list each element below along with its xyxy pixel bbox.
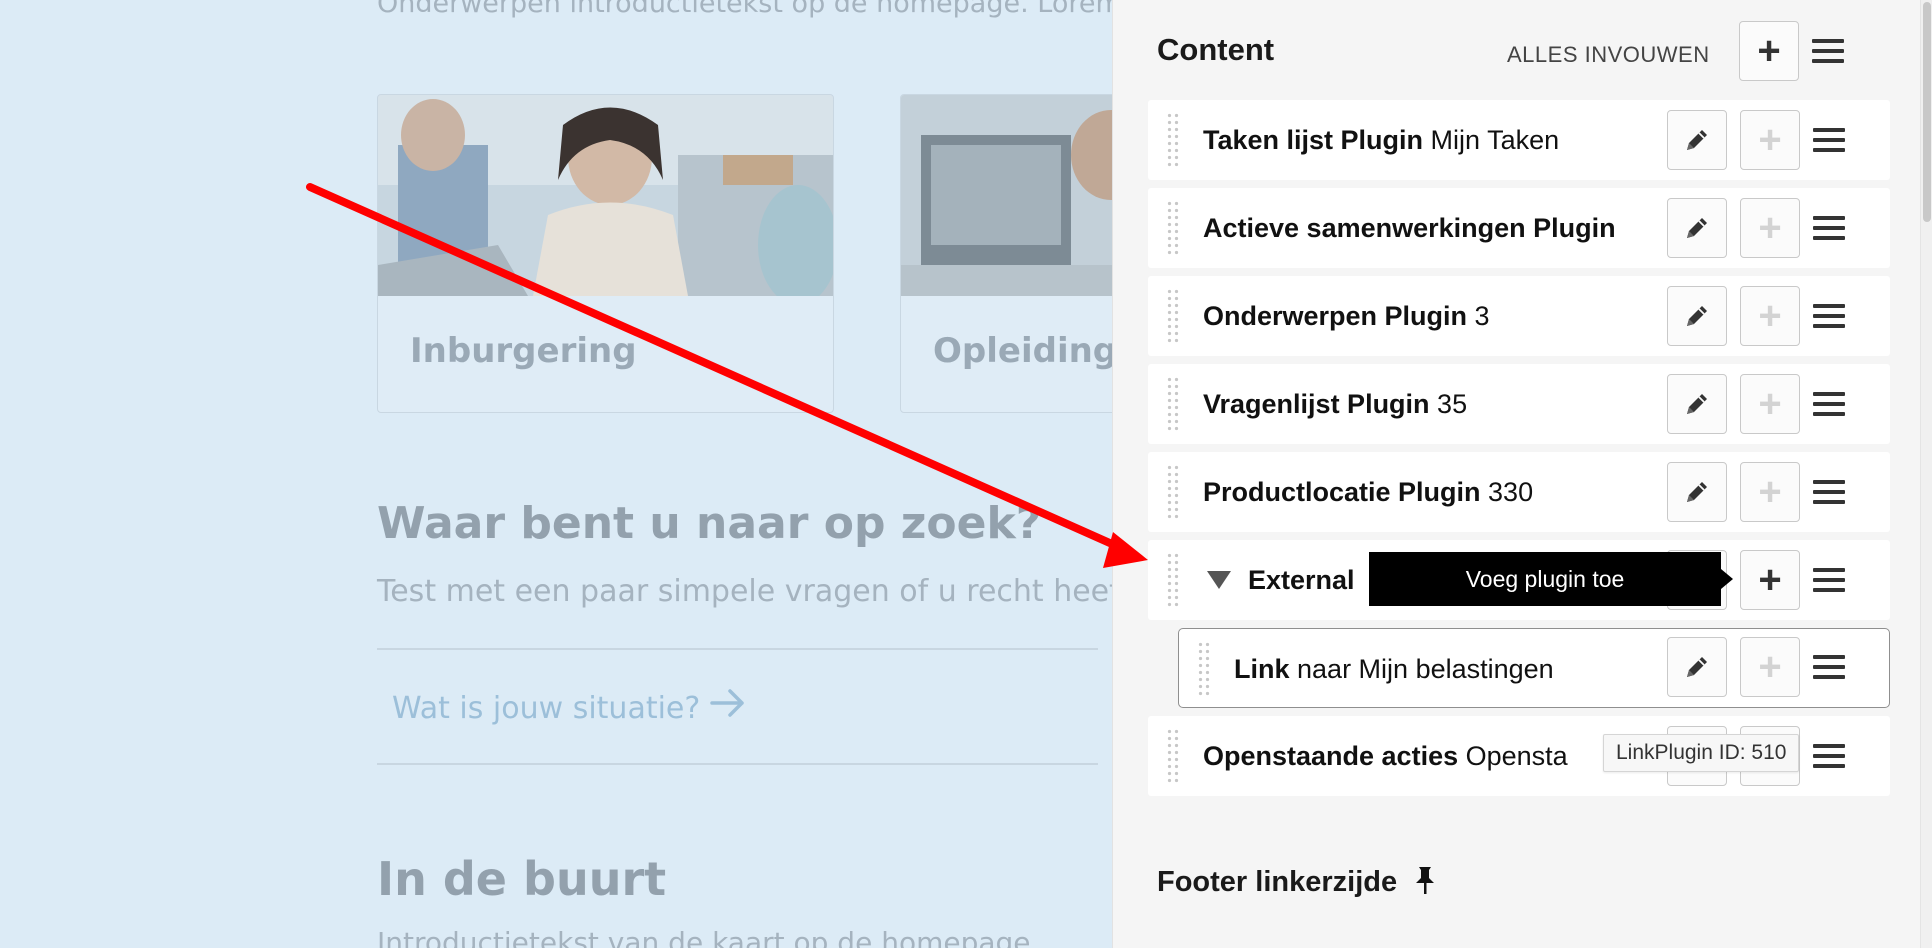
drag-handle-icon[interactable] (1166, 464, 1180, 520)
pencil-icon (1687, 306, 1707, 326)
plugin-row-external[interactable]: External + Voeg plugin toe (1148, 540, 1890, 620)
plugin-row[interactable]: Productlocatie Plugin 330 + (1148, 452, 1890, 532)
footer-placeholder-title: Footer linkerzijde (1157, 865, 1439, 899)
plus-icon: + (1758, 117, 1782, 162)
edit-plugin-button[interactable] (1667, 637, 1727, 697)
plugin-menu-button[interactable] (1809, 110, 1849, 170)
hamburger-icon (1813, 655, 1845, 659)
plus-icon: + (1757, 28, 1781, 73)
plugin-label: Actieve samenwerkingen Plugin (1203, 213, 1616, 243)
placeholder-title: Content (1157, 32, 1275, 67)
edit-plugin-button[interactable] (1667, 286, 1727, 346)
add-child-plugin-button[interactable]: + (1740, 110, 1800, 170)
plugin-menu-button[interactable] (1809, 637, 1849, 697)
add-child-plugin-button[interactable]: + (1740, 462, 1800, 522)
plugin-label: Productlocatie Plugin 330 (1203, 477, 1534, 507)
hamburger-icon (1813, 744, 1845, 748)
plugin-row[interactable]: Openstaande acties Opensta LinkPlugin ID… (1148, 716, 1890, 796)
edit-plugin-button[interactable] (1667, 198, 1727, 258)
plugin-id-tooltip: LinkPlugin ID: 510 (1603, 734, 1800, 772)
topic-card-inburgering[interactable]: Inburgering (377, 94, 834, 413)
plugin-label: Taken lijst Plugin Mijn Taken (1203, 125, 1560, 155)
add-plugin-tooltip: Voeg plugin toe (1369, 552, 1733, 606)
plugin-menu-button[interactable] (1809, 286, 1849, 346)
hamburger-icon (1813, 216, 1845, 220)
plugin-menu-button[interactable] (1809, 198, 1849, 258)
page-preview: Onderwerpen introductietekst op de homep… (0, 0, 1112, 948)
arrow-right-icon (710, 689, 745, 717)
drag-handle-icon[interactable] (1166, 376, 1180, 432)
plus-icon: + (1758, 293, 1782, 338)
collapse-all-button[interactable]: ALLES INVOUWEN (1507, 42, 1710, 68)
divider (377, 763, 1098, 765)
hamburger-icon (1813, 128, 1845, 132)
near-heading: In de buurt (377, 852, 667, 906)
hamburger-icon (1813, 392, 1845, 396)
pushpin-icon (1416, 867, 1435, 894)
plugin-menu-button[interactable] (1809, 550, 1849, 610)
plus-icon: + (1758, 469, 1782, 514)
hamburger-icon (1813, 304, 1845, 308)
card-image (378, 95, 833, 296)
search-subtext: Test met een paar simpele vragen of u re… (377, 574, 1112, 609)
plugin-label: Link naar Mijn belastingen (1234, 654, 1554, 684)
divider (377, 648, 1098, 650)
triangle-down-icon[interactable] (1206, 569, 1232, 591)
plus-icon: + (1758, 205, 1782, 250)
plugin-menu-button[interactable] (1809, 462, 1849, 522)
topic-card-opleiding[interactable]: Opleiding (900, 94, 1112, 413)
plugin-menu-button[interactable] (1809, 726, 1849, 786)
scrollbar[interactable] (1920, 0, 1932, 948)
add-child-plugin-button[interactable]: + (1740, 198, 1800, 258)
plugin-row[interactable]: Taken lijst Plugin Mijn Taken + (1148, 100, 1890, 180)
situation-link[interactable]: Wat is jouw situatie? (392, 688, 746, 726)
add-child-plugin-button[interactable]: + (1740, 637, 1800, 697)
edit-plugin-button[interactable] (1667, 462, 1727, 522)
situation-link-label: Wat is jouw situatie? (392, 691, 701, 726)
card-image (901, 95, 1112, 296)
plugin-row[interactable]: Actieve samenwerkingen Plugin + (1148, 188, 1890, 268)
hamburger-icon (1813, 480, 1845, 484)
add-child-plugin-button[interactable]: + (1740, 286, 1800, 346)
plugin-label: Vragenlijst Plugin 35 (1203, 389, 1468, 419)
hamburger-icon (1813, 568, 1845, 572)
hamburger-icon (1812, 39, 1844, 43)
plugin-label: Openstaande acties Opensta (1203, 741, 1568, 771)
plugin-label: Onderwerpen Plugin 3 (1203, 301, 1490, 331)
pencil-icon (1687, 394, 1707, 414)
plugin-row-child[interactable]: Link naar Mijn belastingen + (1178, 628, 1890, 708)
pencil-icon (1687, 657, 1707, 677)
add-child-plugin-button[interactable]: + (1740, 374, 1800, 434)
scrollbar-thumb[interactable] (1923, 2, 1931, 222)
search-heading: Waar bent u naar op zoek? (377, 498, 1042, 549)
drag-handle-icon[interactable] (1166, 728, 1180, 784)
pencil-icon (1687, 130, 1707, 150)
card-title: Opleiding (933, 331, 1112, 371)
card-title: Inburgering (410, 331, 637, 371)
drag-handle-icon[interactable] (1197, 641, 1211, 697)
plus-icon: + (1758, 381, 1782, 426)
plugin-row[interactable]: Onderwerpen Plugin 3 + (1148, 276, 1890, 356)
edit-plugin-button[interactable] (1667, 110, 1727, 170)
drag-handle-icon[interactable] (1166, 200, 1180, 256)
structure-panel: Content ALLES INVOUWEN + Taken lijst Plu… (1112, 0, 1932, 948)
near-subtext: Introductietekst van de kaart op de home… (377, 926, 1031, 948)
pencil-icon (1687, 218, 1707, 238)
plus-icon: + (1758, 557, 1782, 602)
drag-handle-icon[interactable] (1166, 112, 1180, 168)
intro-text: Onderwerpen introductietekst op de homep… (377, 0, 1112, 19)
add-plugin-button[interactable]: + (1739, 21, 1799, 81)
edit-plugin-button[interactable] (1667, 374, 1727, 434)
pencil-icon (1687, 482, 1707, 502)
plugin-row[interactable]: Vragenlijst Plugin 35 + (1148, 364, 1890, 444)
add-child-plugin-button[interactable]: + (1740, 550, 1800, 610)
drag-handle-icon[interactable] (1166, 288, 1180, 344)
plus-icon: + (1758, 644, 1782, 689)
placeholder-menu-button[interactable] (1808, 21, 1848, 81)
plugin-menu-button[interactable] (1809, 374, 1849, 434)
plugin-label: External (1248, 565, 1355, 595)
drag-handle-icon[interactable] (1166, 552, 1180, 608)
